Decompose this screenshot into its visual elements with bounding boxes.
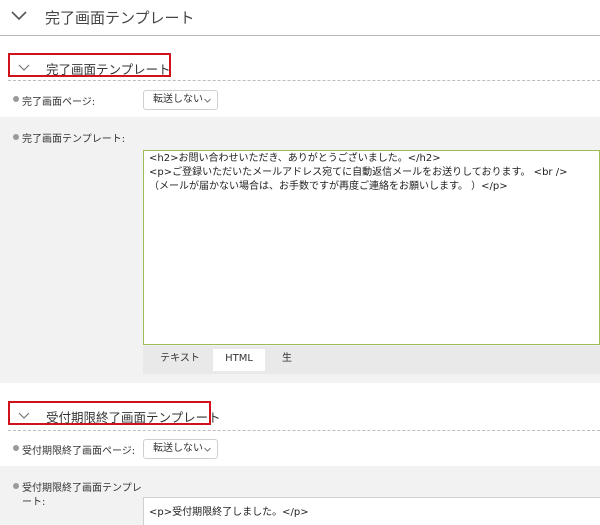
field-label-line2: ート:: [22, 497, 46, 508]
editor-line: （メールが届かない場合は、お手数ですが再度ご連絡をお願いします。 ）</p>: [149, 181, 508, 192]
field-label: 完了画面ページ:: [22, 97, 96, 108]
editor-tab-bar: テキスト HTML 生: [143, 346, 600, 374]
section-divider: [8, 80, 600, 81]
form-row-expired-page: 受付期限終了画面ページ: 転送しない: [0, 434, 600, 466]
field-label: 完了画面テンプレート:: [22, 134, 126, 145]
form-row-complete-template: 完了画面テンプレート: <h2>お問い合わせいただき、ありがとうございました。<…: [0, 117, 600, 383]
chevron-down-icon: [204, 447, 211, 452]
bullet-icon: [13, 445, 19, 451]
editor-line: <p>受付期限終了しました。</p>: [149, 507, 309, 518]
field-label-line1: 受付期限終了画面テンプレ: [22, 483, 142, 494]
section-heading-expired-template[interactable]: 受付期限終了画面テンプレート: [8, 401, 221, 425]
bullet-icon: [13, 96, 19, 102]
section-title: 完了画面テンプレート: [46, 62, 171, 77]
bullet-icon: [13, 483, 19, 489]
form-row-complete-page: 完了画面ページ: 転送しない: [0, 85, 600, 117]
chevron-down-icon[interactable]: [18, 410, 30, 422]
panel-title: 完了画面テンプレート: [45, 9, 195, 27]
chevron-down-icon: [204, 98, 211, 103]
tab-html[interactable]: HTML: [213, 349, 265, 371]
chevron-down-icon[interactable]: [10, 7, 28, 25]
editor-line: <p>ご登録いただいたメールアドレス宛てに自動返信メールをお送りしております。 …: [149, 167, 568, 178]
bullet-icon: [13, 134, 19, 140]
select-value: 転送しない: [153, 443, 203, 454]
form-row-expired-template: 受付期限終了画面テンプレ ート: <p>受付期限終了しました。</p>: [0, 466, 600, 525]
chevron-down-icon[interactable]: [18, 62, 30, 74]
field-label: 受付期限終了画面ページ:: [22, 446, 136, 457]
section-divider: [8, 430, 600, 431]
section-title: 受付期限終了画面テンプレート: [46, 410, 221, 425]
complete-page-select[interactable]: 転送しない: [143, 90, 218, 110]
section-heading-complete-template[interactable]: 完了画面テンプレート: [8, 53, 171, 77]
tab-text[interactable]: テキスト: [153, 349, 207, 371]
expired-template-editor[interactable]: <p>受付期限終了しました。</p>: [143, 497, 600, 525]
complete-template-editor[interactable]: <h2>お問い合わせいただき、ありがとうございました。</h2> <p>ご登録い…: [143, 150, 600, 345]
select-value: 転送しない: [153, 94, 203, 105]
settings-panel-header[interactable]: 完了画面テンプレート: [0, 0, 600, 36]
expired-page-select[interactable]: 転送しない: [143, 439, 218, 459]
editor-line: <h2>お問い合わせいただき、ありがとうございました。</h2>: [149, 153, 441, 164]
tab-raw[interactable]: 生: [271, 349, 303, 371]
